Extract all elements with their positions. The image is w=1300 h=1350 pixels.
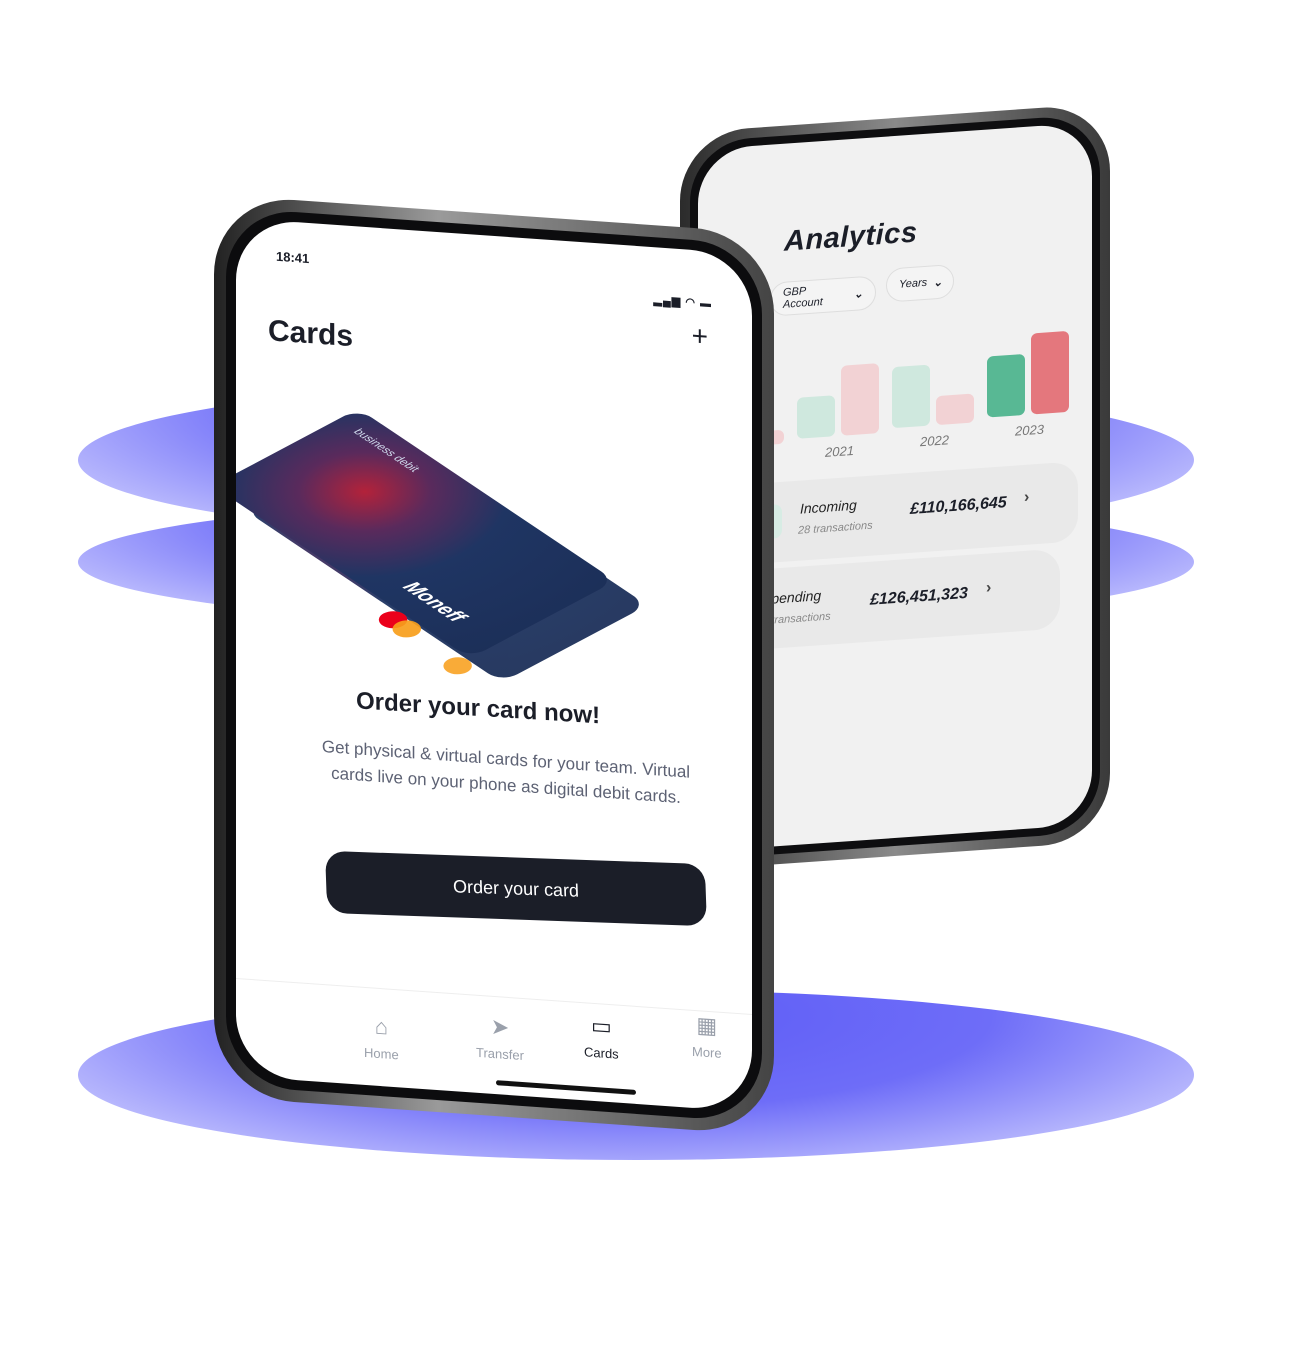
tab-label: Home: [364, 1044, 399, 1063]
x-axis-label: 2021: [825, 442, 854, 460]
signal-icon: ▂▄▆: [653, 294, 682, 309]
chart-bar: [987, 354, 1025, 418]
battery-icon: ▬: [700, 297, 712, 311]
tab-label: More: [692, 1043, 722, 1061]
tab-more[interactable]: ▦ More: [692, 1012, 722, 1061]
cards-phone: 18:41 ▂▄▆ ◠ ▬ + Cards virtual Moneff bus…: [214, 194, 774, 1136]
chevron-right-icon: ›: [1024, 488, 1030, 506]
period-filter-dropdown[interactable]: Years ⌄: [886, 263, 954, 303]
analytics-bar-chart: 20202120222023: [698, 122, 1092, 471]
chart-bar: [936, 393, 974, 426]
send-icon: ➤: [490, 1013, 510, 1041]
account-filter-label: GBP Account: [783, 285, 823, 311]
incoming-label: Incoming: [800, 496, 857, 517]
phone-bezel: 18:41 ▂▄▆ ◠ ▬ + Cards virtual Moneff bus…: [226, 207, 762, 1123]
tab-label: Cards: [584, 1044, 619, 1062]
cards-screen: 18:41 ▂▄▆ ◠ ▬ + Cards virtual Moneff bus…: [236, 217, 752, 1113]
order-title: Order your card now!: [355, 687, 601, 730]
tab-label: Transfer: [476, 1044, 524, 1064]
x-axis-label: 2023: [1015, 421, 1044, 439]
home-icon: ⌂: [374, 1013, 388, 1040]
card-icon: ▭: [590, 1012, 612, 1040]
phone-frame: 18:41 ▂▄▆ ◠ ▬ + Cards virtual Moneff bus…: [214, 194, 774, 1136]
period-filter-label: Years: [899, 276, 928, 291]
chart-bar: [797, 395, 835, 439]
chart-bar: [892, 364, 930, 429]
wifi-icon: ◠: [685, 296, 696, 310]
chevron-down-icon: ⌄: [853, 287, 863, 301]
mastercard-logo: [437, 653, 478, 678]
add-card-button[interactable]: +: [692, 320, 708, 353]
page-title: Cards: [268, 314, 354, 354]
chart-bar: [1031, 330, 1069, 415]
chart-bar: [841, 363, 879, 436]
order-card-button[interactable]: Order your card: [325, 850, 707, 927]
status-icons: ▂▄▆ ◠ ▬: [654, 293, 712, 310]
chevron-right-icon: ›: [986, 579, 992, 597]
status-time: 18:41: [276, 248, 310, 267]
incoming-amount: £110,166,645: [910, 494, 1007, 518]
tab-cards[interactable]: ▭ Cards: [584, 1012, 619, 1062]
x-axis-label: 2022: [920, 432, 949, 450]
incoming-transactions: 28 transactions: [798, 519, 873, 537]
tab-home[interactable]: ⌂ Home: [364, 1013, 399, 1063]
grid-icon: ▦: [696, 1012, 718, 1039]
analytics-title: Analytics: [784, 216, 918, 258]
home-indicator: [496, 1080, 636, 1095]
tab-bar-divider: [236, 977, 752, 1016]
order-description: Get physical & virtual cards for your te…: [321, 736, 691, 808]
chevron-down-icon: ⌄: [933, 276, 943, 289]
spending-amount: £126,451,323: [870, 584, 968, 609]
tab-transfer[interactable]: ➤ Transfer: [476, 1013, 524, 1063]
account-filter-dropdown[interactable]: GBP Account ⌄: [770, 275, 876, 317]
card-type-label: business debit: [350, 427, 423, 474]
